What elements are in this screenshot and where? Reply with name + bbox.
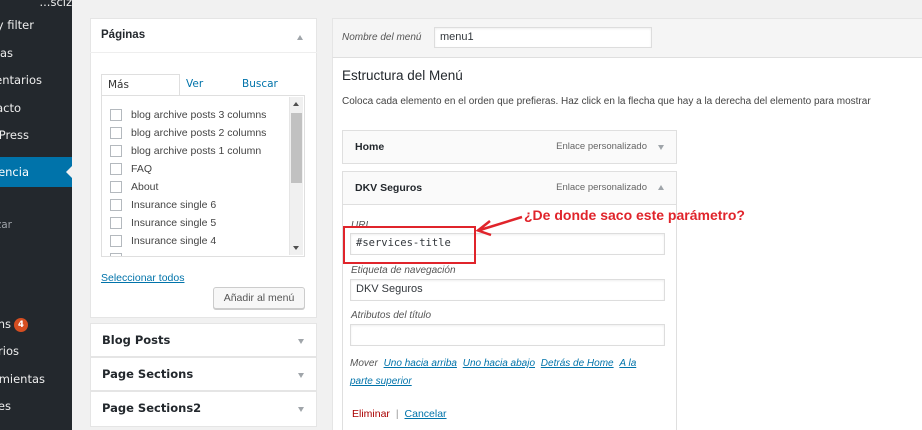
accordion-title: Page Sections	[102, 367, 194, 381]
recent-pages-panel: blog archive posts 3 columns blog archiv…	[101, 95, 305, 257]
item-actions: Eliminar | Cancelar	[352, 408, 447, 420]
menu-item-type: Enlace personalizado	[556, 182, 647, 193]
sidebar-item-usuarios[interactable]: rios	[0, 340, 72, 362]
update-count-badge: 4	[14, 318, 28, 332]
accordion-page-sections2[interactable]: Page Sections2	[90, 391, 317, 427]
scroll-down-arrow-icon[interactable]	[293, 246, 299, 250]
admin-sidebar: ...sciz ry filter as entarios acto Press…	[0, 0, 72, 430]
annotation-arrow-icon	[475, 215, 523, 237]
menu-name-label: Nombre del menú	[342, 32, 422, 43]
structure-title: Estructura del Menú	[342, 68, 463, 83]
checkbox[interactable]	[110, 217, 122, 229]
checkbox[interactable]	[110, 127, 122, 139]
menu-item-type: Enlace personalizado	[556, 141, 647, 152]
action-separator: |	[395, 408, 399, 420]
tab-ver-todo[interactable]: Ver todo	[180, 74, 234, 110]
divider	[90, 52, 317, 53]
sidebar-item-label: es	[0, 399, 11, 413]
sidebar-item-press[interactable]: Press	[0, 124, 72, 146]
move-down-link[interactable]: Uno hacia abajo	[463, 358, 535, 369]
collapse-arrow-icon[interactable]	[297, 35, 303, 40]
title-attribute-input[interactable]	[350, 324, 665, 346]
checkbox[interactable]	[110, 253, 122, 256]
move-up-link[interactable]: Uno hacia arriba	[384, 358, 457, 369]
navigation-label-input[interactable]: DKV Seguros	[350, 279, 665, 301]
sidebar-item-herramientas[interactable]: mientas	[0, 368, 72, 390]
sidebar-item-label: entarios	[0, 73, 42, 87]
accordion-page-sections[interactable]: Page Sections	[90, 357, 317, 391]
tab-mas-reciente[interactable]: Más reciente	[101, 74, 180, 111]
menu-name-input[interactable]: menu1	[434, 27, 652, 48]
annotation-question: ¿De donde saco este parámetro?	[524, 207, 745, 223]
checkbox[interactable]	[110, 235, 122, 247]
move-under-home-link[interactable]: Detrás de Home	[541, 358, 614, 369]
expand-arrow-icon[interactable]	[298, 373, 304, 378]
sidebar-item-label: encia	[0, 165, 29, 179]
move-controls: Mover Uno hacia arriba Uno hacia abajo D…	[350, 355, 660, 391]
add-to-menu-button[interactable]: Añadir al menú	[213, 287, 305, 309]
checkbox[interactable]	[110, 145, 122, 157]
title-attribute-label: Atributos del título	[351, 310, 432, 321]
move-label: Mover	[350, 358, 378, 369]
sidebar-item-label: acto	[0, 101, 21, 115]
paginas-title: Páginas	[101, 29, 146, 41]
sidebar-subitem-personalizar[interactable]: zar	[0, 214, 72, 236]
checkbox[interactable]	[110, 163, 122, 175]
sidebar-item-label: ns	[0, 317, 11, 331]
sidebar-item-clipped-top[interactable]: ...sciz	[0, 0, 72, 13]
sidebar-item-ajustes[interactable]: es	[0, 395, 72, 417]
menu-item-home[interactable]: Home Enlace personalizado	[342, 130, 677, 164]
accordion-title: Page Sections2	[102, 401, 202, 415]
tab-buscar[interactable]: Buscar	[236, 74, 284, 96]
checkbox[interactable]	[110, 181, 122, 193]
sidebar-item-label: ry filter	[0, 18, 34, 32]
sidebar-item-contacto[interactable]: acto	[0, 97, 72, 119]
sidebar-item-label: Press	[0, 128, 29, 142]
sidebar-item-category-filter[interactable]: ry filter	[0, 14, 72, 36]
checkbox[interactable]	[110, 109, 122, 121]
select-all-link[interactable]: Seleccionar todos	[101, 272, 184, 284]
navigation-label-label: Etiqueta de navegación	[351, 265, 456, 276]
annotation-highlight-box	[343, 226, 476, 264]
sidebar-item-label: as	[0, 46, 13, 60]
expand-arrow-icon[interactable]	[658, 145, 664, 150]
sidebar-item-label: rios	[0, 344, 19, 358]
expand-arrow-icon[interactable]	[298, 339, 304, 344]
paginas-tabs: Más reciente Ver todo Buscar	[101, 74, 305, 111]
menu-item-dkv-seguros[interactable]: DKV Seguros Enlace personalizado	[342, 171, 677, 205]
sidebar-item-label: mientas	[0, 372, 45, 386]
list-scrollbar[interactable]	[289, 97, 303, 255]
sidebar-item-apariencia[interactable]: encia	[0, 157, 72, 187]
sidebar-item-paginas[interactable]: as	[0, 42, 72, 64]
sidebar-item-label: zar	[0, 219, 12, 231]
collapse-arrow-icon[interactable]	[658, 185, 664, 190]
menu-item-title: Home	[355, 141, 385, 153]
accordion-blog-posts[interactable]: Blog Posts	[90, 323, 317, 357]
cancel-link[interactable]: Cancelar	[405, 408, 447, 420]
scroll-up-arrow-icon[interactable]	[293, 102, 299, 106]
sidebar-item-comentarios[interactable]: entarios	[0, 69, 72, 91]
accordion-title: Blog Posts	[102, 333, 171, 347]
scroll-thumb[interactable]	[291, 113, 302, 183]
sidebar-item-label: ...sciz	[39, 0, 72, 9]
sidebar-item-plugins[interactable]: ns 4	[0, 313, 72, 335]
checkbox[interactable]	[110, 199, 122, 211]
delete-link[interactable]: Eliminar	[352, 408, 390, 420]
structure-description: Coloca cada elemento en el orden que pre…	[342, 96, 871, 107]
menu-item-title: DKV Seguros	[355, 182, 423, 194]
expand-arrow-icon[interactable]	[298, 407, 304, 412]
